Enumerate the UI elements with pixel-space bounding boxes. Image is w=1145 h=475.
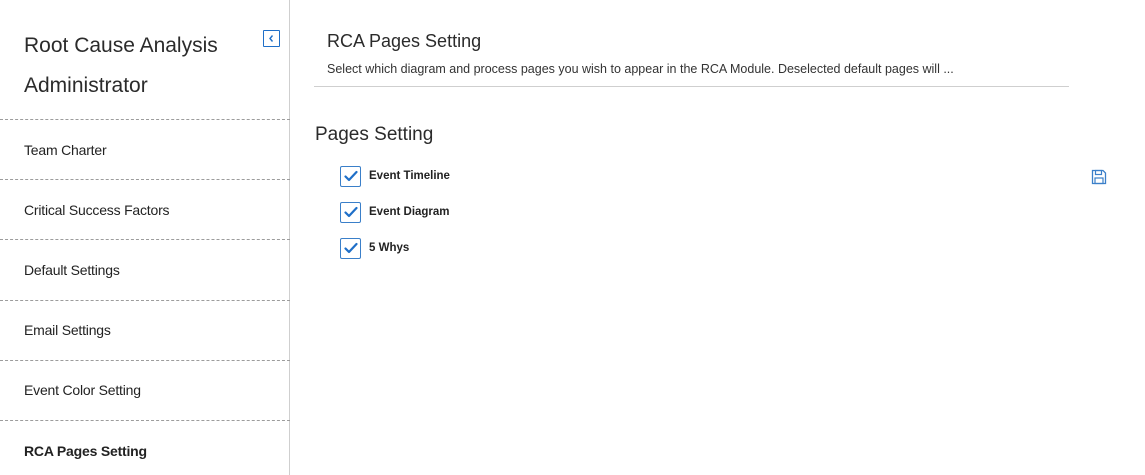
main-content: RCA Pages Setting Select which diagram a… [314, 0, 1145, 475]
event-diagram-checkbox[interactable] [340, 201, 361, 223]
page-title: RCA Pages Setting [327, 31, 482, 51]
checkmark-icon [343, 170, 358, 182]
page-description: Select which diagram and process pages y… [327, 62, 954, 76]
5-whys-checkbox[interactable] [340, 237, 361, 259]
sidebar-title: Root Cause Analysis Administrator [24, 34, 218, 97]
page-option-label: Event Timeline [369, 170, 450, 182]
pages-list: Event Timeline Event Diagram 5 Whys [340, 165, 450, 275]
save-icon[interactable] [1090, 168, 1108, 186]
sidebar-item-label: RCA Pages Setting [24, 442, 147, 459]
sidebar-nav: Team Charter Critical Success Factors De… [0, 119, 290, 475]
section-title: Pages Setting [315, 124, 434, 145]
page-option-5-whys[interactable]: 5 Whys [340, 237, 450, 259]
sidebar-item-rca-pages-setting[interactable]: RCA Pages Setting [0, 419, 290, 475]
chevron-left-icon [267, 34, 276, 43]
sidebar-item-email-settings[interactable]: Email Settings [0, 299, 290, 360]
sidebar-item-event-color-setting[interactable]: Event Color Setting [0, 359, 290, 420]
page-header: RCA Pages Setting Select which diagram a… [314, 0, 1069, 87]
sidebar-item-label: Team Charter [24, 141, 107, 158]
sidebar-item-team-charter[interactable]: Team Charter [0, 119, 290, 179]
sidebar-item-critical-success-factors[interactable]: Critical Success Factors [0, 179, 290, 239]
sidebar-item-label: Email Settings [24, 322, 111, 339]
checkmark-icon [343, 242, 358, 254]
sidebar-item-label: Default Settings [24, 261, 120, 278]
event-timeline-checkbox[interactable] [340, 165, 361, 187]
page-option-label: Event Diagram [369, 206, 450, 218]
page-option-label: 5 Whys [369, 242, 410, 254]
page-option-event-timeline[interactable]: Event Timeline [340, 165, 450, 187]
sidebar: Root Cause Analysis Administrator Team C… [0, 0, 290, 475]
sidebar-item-label: Critical Success Factors [24, 201, 170, 218]
checkmark-icon [343, 206, 358, 218]
sidebar-item-label: Event Color Setting [24, 382, 141, 399]
app-root: Root Cause Analysis Administrator Team C… [0, 0, 1145, 475]
sidebar-item-default-settings[interactable]: Default Settings [0, 239, 290, 299]
collapse-sidebar-button[interactable] [263, 30, 280, 47]
page-option-event-diagram[interactable]: Event Diagram [340, 201, 450, 223]
